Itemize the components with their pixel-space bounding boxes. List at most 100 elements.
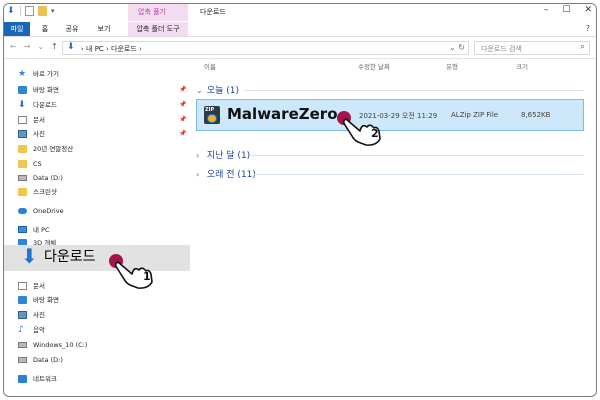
step-number: 2 (371, 127, 379, 140)
nav-item-desktop-pc[interactable]: 바탕 화면 (4, 294, 190, 306)
nav-item-screenshots[interactable]: 스크린샷 (4, 186, 190, 198)
desktop-icon (18, 296, 27, 304)
nav-item-windows-drive[interactable]: Windows_10 (C:) (4, 339, 190, 351)
download-arrow-icon[interactable]: ⬇ (7, 6, 16, 16)
nav-item-downloads-pinned[interactable]: ⬇ 다운로드 📌 (4, 99, 190, 111)
onedrive-icon (18, 208, 27, 214)
tab-file[interactable]: 파일 (4, 22, 30, 36)
column-header-name[interactable]: 이름 (204, 61, 216, 71)
minimize-button[interactable]: – (544, 5, 549, 15)
recent-chevron-icon[interactable]: ⌄ (37, 42, 44, 51)
nav-item-documents-pinned[interactable]: 문서 📌 (4, 114, 190, 126)
star-icon: ★ (18, 69, 27, 79)
column-header-type[interactable]: 유형 (446, 61, 458, 71)
search-icon: ⌕ (579, 42, 585, 52)
navigation-pane: ★ 바로 가기 바탕 화면 📌 ⬇ 다운로드 📌 문서 📌 사진 📌 20년 연… (4, 59, 190, 396)
window-title: 다운로드 (200, 8, 226, 16)
zip-ring-graphic (207, 114, 217, 123)
download-icon: ⬇ (67, 42, 75, 52)
download-icon: ⬇ (18, 100, 26, 110)
zip-file-icon: ZIP (204, 106, 220, 124)
pictures-icon (18, 130, 27, 138)
download-icon: ⬇ (21, 244, 38, 268)
file-type: ALZip ZIP File (451, 111, 499, 119)
document-icon (18, 116, 27, 124)
chevron-right-icon: › (196, 151, 200, 160)
navigation-buttons: ← → ⌄ ↑ (10, 42, 58, 51)
new-folder-icon[interactable] (38, 6, 47, 16)
tab-view[interactable]: 보기 (94, 22, 114, 36)
pin-icon: 📌 (179, 86, 187, 93)
file-list: 이름 수정한 날짜 유형 크기 ⌄ 오늘 (1) ZIP MalwareZero… (190, 59, 596, 396)
nav-item-pictures-pinned[interactable]: 사진 📌 (4, 128, 190, 140)
chevron-down-icon: ⌄ (196, 86, 203, 95)
context-tab-group: 압축 풀기 (128, 4, 188, 21)
nav-item-data-drive-quick[interactable]: Data (D:) (4, 172, 190, 184)
step-2-pointer: 2 (336, 109, 388, 147)
nav-item-cs[interactable]: CS (4, 158, 190, 170)
tab-home[interactable]: 홈 (38, 22, 52, 36)
pin-icon: 📌 (179, 130, 187, 137)
group-divider (254, 174, 584, 175)
nav-item-onedrive[interactable]: OneDrive (4, 205, 190, 217)
file-size: 8,652KB (521, 111, 551, 119)
back-arrow-icon[interactable]: ← (10, 42, 17, 51)
step-1-pointer: 1 (108, 252, 160, 290)
nav-item-data-drive[interactable]: Data (D:) (4, 354, 190, 366)
address-row: ← → ⌄ ↑ ⬇ › 내 PC › 다운로드 › ⌄ ↻ 다운로드 검색 ⌕ (4, 37, 596, 59)
pointing-hand-icon (337, 111, 381, 146)
explorer-window: ⬇ ▾ 압축 풀기 다운로드 – ☐ ✕ 파일 홈 공유 보기 압축 폴더 도구… (3, 3, 597, 397)
pin-icon: 📌 (179, 101, 187, 108)
drive-icon (18, 175, 27, 181)
maximize-button[interactable]: ☐ (562, 5, 570, 15)
forward-arrow-icon[interactable]: → (24, 42, 31, 51)
search-box[interactable]: 다운로드 검색 ⌕ (474, 41, 590, 55)
group-divider (244, 90, 584, 91)
ribbon-tabs: 파일 홈 공유 보기 압축 폴더 도구 ? (4, 21, 596, 37)
window-controls: – ☐ ✕ (544, 5, 592, 15)
folder-icon (18, 188, 27, 196)
column-header-modified[interactable]: 수정한 날짜 (358, 61, 390, 71)
pictures-icon (18, 311, 27, 319)
nav-item-year-end-tax[interactable]: 20년 연말정산 (4, 143, 190, 155)
group-divider (250, 155, 584, 156)
nav-item-desktop[interactable]: 바탕 화면 📌 (4, 84, 190, 96)
nav-item-music[interactable]: ♪ 음악 (4, 324, 190, 336)
nav-item-downloads-label[interactable]: 다운로드 (44, 246, 96, 268)
search-input[interactable]: 다운로드 검색 (481, 44, 522, 54)
document-icon (18, 282, 27, 290)
address-bar[interactable]: ⬇ › 내 PC › 다운로드 › ⌄ ↻ (62, 41, 469, 55)
drive-icon (18, 342, 27, 348)
properties-icon[interactable] (25, 6, 34, 16)
nav-item-quick-access[interactable]: ★ 바로 가기 (4, 68, 190, 80)
up-arrow-icon[interactable]: ↑ (51, 42, 58, 51)
group-last-month[interactable]: › 지난 달 (1) (196, 148, 250, 161)
chevron-right-icon: › (196, 170, 200, 179)
nav-item-documents[interactable]: 문서 (4, 280, 190, 292)
help-icon[interactable]: ? (586, 24, 590, 33)
pointing-hand-icon (109, 254, 153, 289)
nav-item-network[interactable]: 네트워크 (4, 373, 190, 385)
quick-access-toolbar: ⬇ ▾ (7, 6, 60, 16)
desktop-icon (18, 86, 27, 94)
folder-icon (18, 145, 27, 153)
drive-icon (18, 357, 27, 363)
title-bar: ⬇ ▾ 압축 풀기 다운로드 – ☐ ✕ (4, 4, 596, 21)
close-button[interactable]: ✕ (584, 5, 592, 15)
tab-compressed-folder-tools[interactable]: 압축 폴더 도구 (128, 22, 188, 36)
address-path[interactable]: › 내 PC › 다운로드 › (81, 44, 142, 54)
group-earlier[interactable]: › 오래 전 (11) (196, 167, 256, 180)
group-today[interactable]: ⌄ 오늘 (1) (196, 83, 239, 96)
tab-share[interactable]: 공유 (62, 22, 82, 36)
file-row-malwarezero[interactable]: ZIP MalwareZero 2021-03-29 오전 11:29 ALZi… (196, 99, 584, 131)
customize-toolbar-icon[interactable]: ▾ (51, 6, 60, 16)
pc-icon (18, 226, 27, 233)
refresh-icon[interactable]: ⌄ ↻ (449, 43, 465, 52)
toolbar-divider (20, 6, 21, 16)
column-header-size[interactable]: 크기 (516, 61, 528, 71)
pin-icon: 📌 (179, 116, 187, 123)
nav-item-pictures[interactable]: 사진 (4, 309, 190, 321)
network-icon (18, 375, 27, 383)
nav-item-this-pc[interactable]: 내 PC (4, 224, 190, 236)
file-name: MalwareZero (227, 105, 338, 123)
